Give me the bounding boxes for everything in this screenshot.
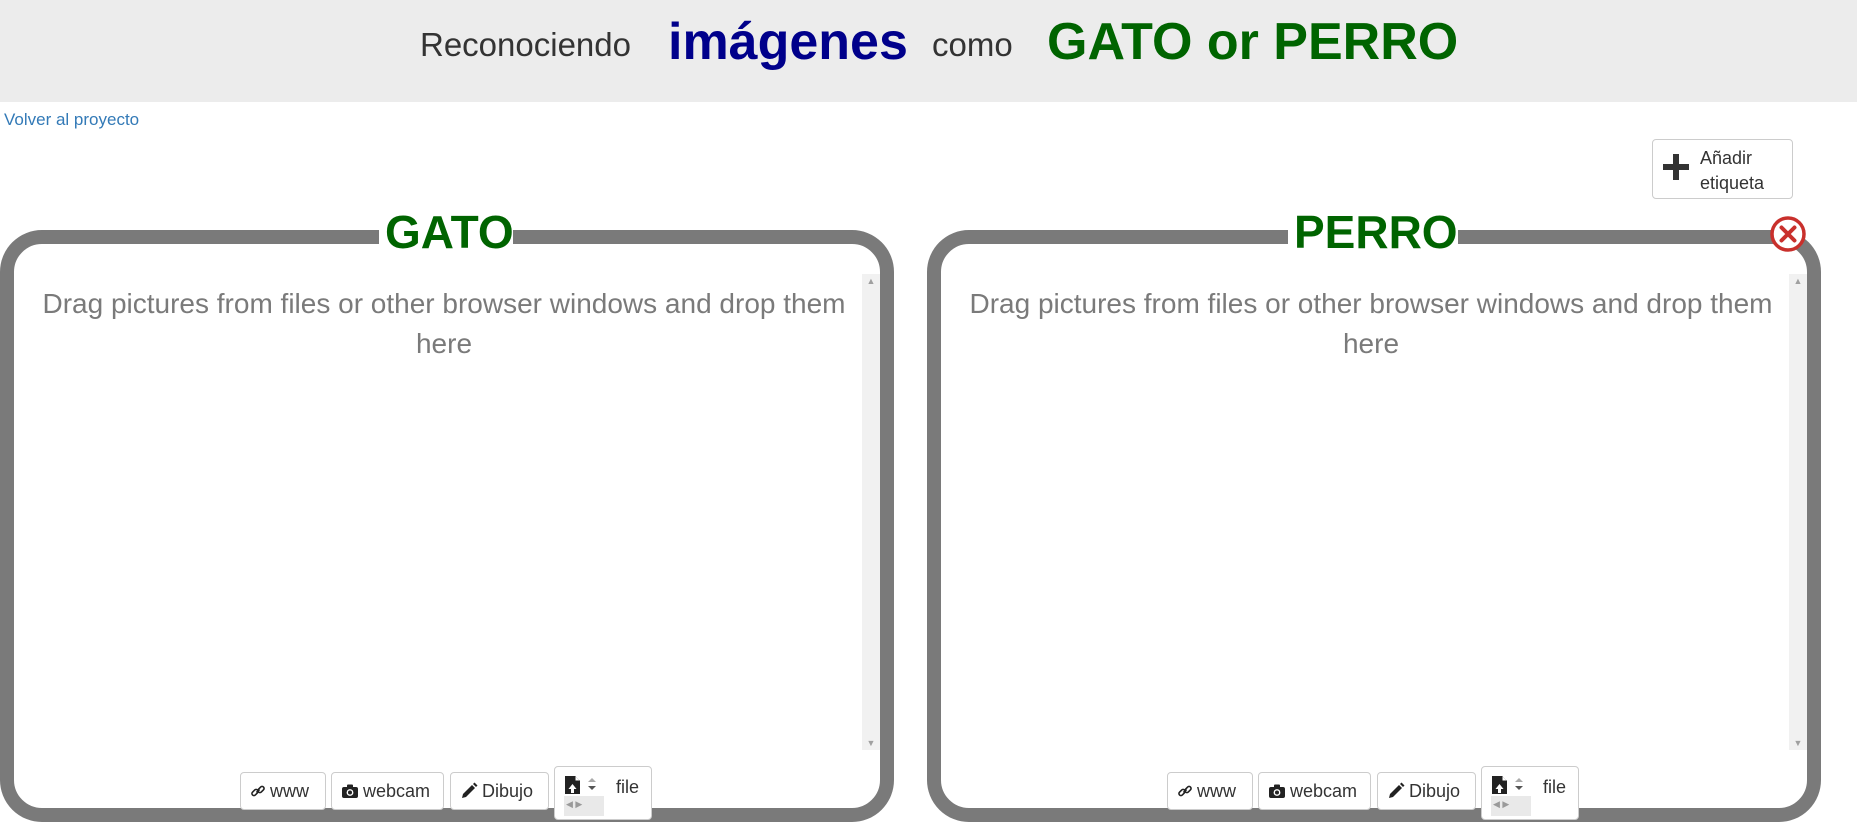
scroll-up-arrow-icon[interactable]: ▲ bbox=[1789, 274, 1807, 288]
draw-button[interactable]: Dibujo bbox=[450, 772, 549, 810]
title-labels: GATO or PERRO bbox=[1047, 13, 1459, 71]
file-input-scrollbar: ◀ ▶ bbox=[564, 796, 604, 816]
bucket-label-gato: GATO bbox=[379, 203, 514, 261]
bucket-gato[interactable]: Drag pictures from files or other browse… bbox=[0, 230, 894, 822]
file-upload-icon bbox=[1492, 776, 1507, 794]
webcam-label: webcam bbox=[1290, 780, 1358, 801]
add-label-button[interactable]: Añadir etiqueta bbox=[1652, 139, 1793, 199]
scroll-down-arrow-icon[interactable]: ▼ bbox=[1789, 736, 1807, 750]
draw-button[interactable]: Dibujo bbox=[1377, 772, 1476, 810]
draw-label: Dibujo bbox=[1409, 780, 1461, 801]
bucket-label-perro: PERRO bbox=[1288, 203, 1458, 261]
draw-label: Dibujo bbox=[482, 780, 534, 801]
scroll-up-arrow-icon[interactable]: ▲ bbox=[862, 274, 880, 288]
delete-label-close-icon[interactable] bbox=[1769, 215, 1807, 253]
webcam-button[interactable]: webcam bbox=[1258, 772, 1371, 810]
title-reconociendo: Reconociendo bbox=[420, 26, 631, 63]
file-upload-input[interactable]: ◀ ▶ file bbox=[554, 766, 652, 820]
bucket-perro[interactable]: Drag pictures from files or other browse… bbox=[927, 230, 1821, 822]
bucket-scrollbar[interactable]: ▲ ▼ bbox=[1789, 274, 1807, 750]
drop-hint: Drag pictures from files or other browse… bbox=[42, 288, 846, 359]
webcam-button[interactable]: webcam bbox=[331, 772, 444, 810]
file-upload-input[interactable]: ◀ ▶ file bbox=[1481, 766, 1579, 820]
pencil-icon bbox=[462, 782, 478, 798]
camera-icon bbox=[342, 784, 358, 798]
www-label: www bbox=[1197, 780, 1236, 801]
drop-hint: Drag pictures from files or other browse… bbox=[969, 288, 1773, 359]
title-imagenes: imágenes bbox=[668, 13, 908, 71]
file-label: file bbox=[1543, 777, 1567, 797]
pencil-icon bbox=[1389, 782, 1405, 798]
title-como: como bbox=[932, 26, 1013, 63]
bucket-scrollbar[interactable]: ▲ ▼ bbox=[862, 274, 880, 750]
scroll-down-arrow-icon[interactable]: ▼ bbox=[862, 736, 880, 750]
spinner-arrows-icon bbox=[1515, 778, 1523, 790]
add-label-text: Añadir etiqueta bbox=[1700, 148, 1765, 193]
page-header: Reconociendo imágenes como GATO or PERRO bbox=[0, 0, 1857, 102]
camera-icon bbox=[1269, 784, 1285, 798]
bucket-toolbar: www webcam Dibujo ◀ ▶ file bbox=[941, 766, 1807, 820]
back-to-project-link[interactable]: Volver al proyecto bbox=[4, 110, 139, 130]
bucket-toolbar: www webcam Dibujo ◀ ▶ file bbox=[14, 766, 880, 820]
link-icon bbox=[251, 785, 265, 797]
www-button[interactable]: www bbox=[240, 772, 326, 810]
plus-icon bbox=[1663, 154, 1689, 180]
webcam-label: webcam bbox=[363, 780, 431, 801]
file-input-scrollbar: ◀ ▶ bbox=[1491, 796, 1531, 816]
www-label: www bbox=[270, 780, 309, 801]
link-icon bbox=[1178, 785, 1192, 797]
file-upload-icon bbox=[565, 776, 580, 794]
spinner-arrows-icon bbox=[588, 778, 596, 790]
file-label: file bbox=[616, 777, 640, 797]
www-button[interactable]: www bbox=[1167, 772, 1253, 810]
